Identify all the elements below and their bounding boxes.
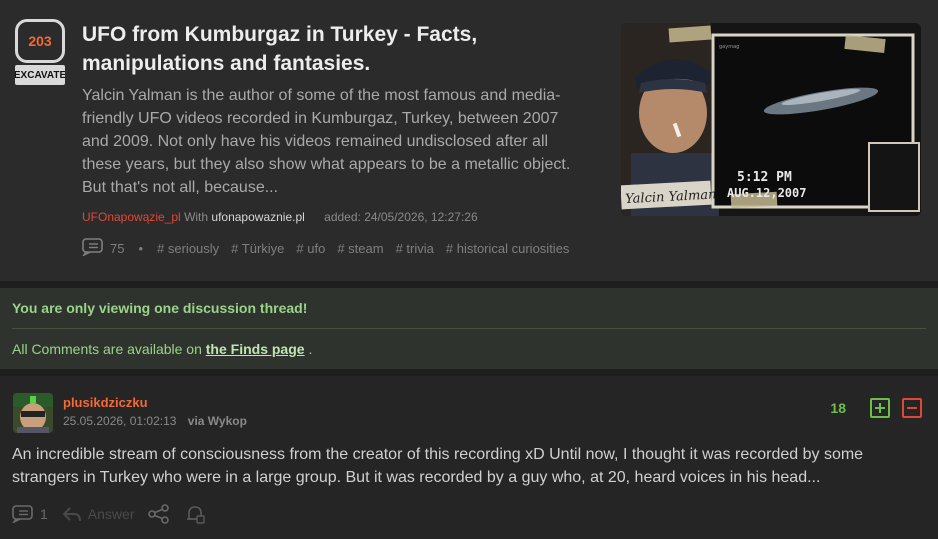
comments-icon bbox=[12, 505, 33, 523]
article-author[interactable]: UFOnapowązie_pl bbox=[82, 210, 181, 224]
article-domain[interactable]: ufonapowaznie.pl bbox=[211, 210, 304, 224]
answer-button[interactable]: Answer bbox=[62, 505, 135, 523]
comment-date[interactable]: 25.05.2026, 01:02:13 bbox=[63, 414, 176, 428]
with-label: With bbox=[184, 210, 209, 224]
upvote-button[interactable] bbox=[870, 398, 890, 418]
plus-icon bbox=[875, 403, 885, 413]
comment-score[interactable]: 18 bbox=[830, 400, 846, 416]
notice-message: You are only viewing one discussion thre… bbox=[12, 300, 308, 316]
separator-dot: • bbox=[138, 241, 144, 256]
downvote-button[interactable] bbox=[902, 398, 922, 418]
thumb-time-text: 5:12 PM bbox=[737, 170, 792, 185]
tag-link[interactable]: # ufo bbox=[296, 241, 325, 256]
comment-text: An incredible stream of consciousness fr… bbox=[12, 446, 864, 486]
comment-meta: 25.05.2026, 01:02:13 via Wykop bbox=[63, 414, 247, 428]
notice-all-comments: All Comments are available on the Finds … bbox=[12, 341, 312, 357]
comment-source: via Wykop bbox=[187, 414, 247, 428]
tag-link[interactable]: # seriously bbox=[157, 241, 219, 256]
article-title[interactable]: UFO from Kumburgaz in Turkey - Facts, ma… bbox=[82, 20, 602, 78]
reply-icon bbox=[62, 507, 81, 522]
minus-icon bbox=[907, 407, 917, 409]
comment-username[interactable]: plusikdziczku bbox=[63, 395, 148, 410]
share-button[interactable] bbox=[148, 504, 170, 524]
tag-link[interactable]: # trivia bbox=[396, 241, 434, 256]
tag-link[interactable]: # Türkiye bbox=[231, 241, 284, 256]
comments-icon[interactable] bbox=[81, 238, 104, 259]
notify-button[interactable] bbox=[184, 504, 206, 524]
comment-count[interactable]: 75 bbox=[110, 241, 124, 256]
dig-button[interactable]: EXCAVATE bbox=[15, 65, 65, 85]
reply-count: 1 bbox=[40, 506, 48, 522]
thread-notice: You are only viewing one discussion thre… bbox=[0, 288, 938, 369]
article-thumbnail[interactable]: gaymag 5:12 PM AUG.12,2007 Yalcin Yalman bbox=[621, 23, 921, 216]
comment: plusikdziczku 25.05.2026, 01:02:13 via W… bbox=[0, 376, 938, 539]
article-stats: 75 • # seriously # Türkiye # ufo # steam… bbox=[81, 238, 581, 259]
article-description[interactable]: Yalcin Yalman is the author of some of t… bbox=[82, 84, 572, 199]
share-icon bbox=[148, 504, 170, 524]
bell-icon bbox=[187, 506, 206, 524]
replies-button[interactable]: 1 bbox=[12, 505, 48, 523]
article-meta: UFOnapowązie_pl With ufonapowaznie.pl ad… bbox=[82, 210, 478, 224]
thumb-date-text: AUG.12,2007 bbox=[727, 186, 806, 200]
comment-actions: 1 Answer bbox=[12, 504, 220, 524]
notice-suffix: . bbox=[308, 341, 313, 357]
tag-link[interactable]: # historical curiosities bbox=[446, 241, 570, 256]
dig-count[interactable]: 203 bbox=[15, 19, 65, 63]
tag-link[interactable]: # steam bbox=[337, 241, 383, 256]
notice-divider bbox=[12, 328, 926, 329]
notice-prefix: All Comments are available on bbox=[12, 341, 202, 357]
article-card: 203 EXCAVATE UFO from Kumburgaz in Turke… bbox=[0, 0, 938, 281]
answer-label: Answer bbox=[87, 506, 135, 522]
finds-page-link[interactable]: the Finds page bbox=[206, 341, 305, 357]
comment-votes: 18 bbox=[830, 398, 922, 418]
thumb-small-caption: gaymag bbox=[719, 44, 739, 50]
article-added-date: added: 24/05/2026, 12:27:26 bbox=[324, 210, 478, 224]
dig-widget[interactable]: 203 EXCAVATE bbox=[15, 19, 65, 85]
avatar[interactable] bbox=[13, 393, 53, 433]
